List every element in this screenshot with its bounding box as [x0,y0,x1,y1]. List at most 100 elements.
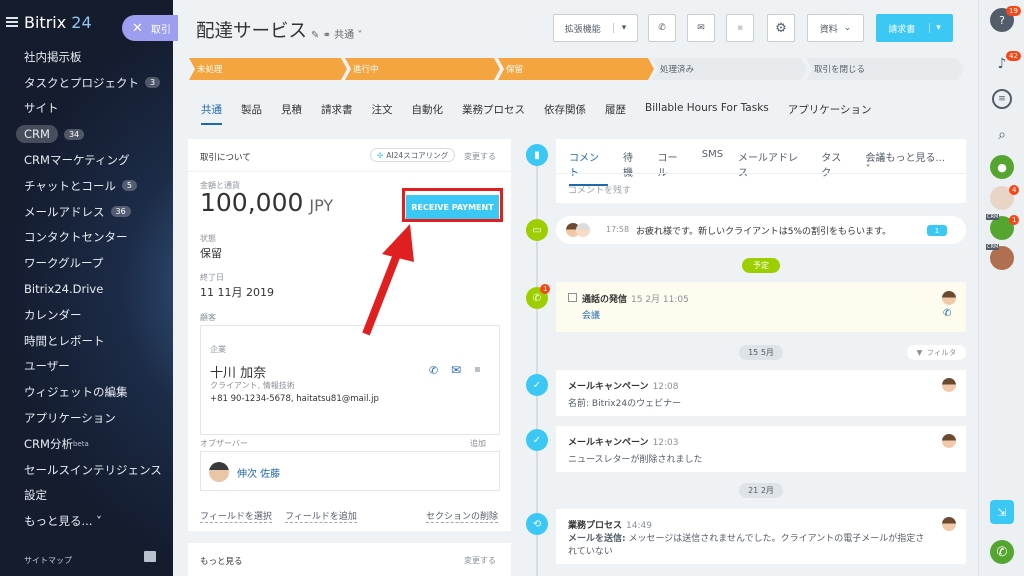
change-link[interactable]: 変更する [464,151,496,162]
sidebar-item-label: CRMマーケティング [24,153,130,168]
timeline-tab[interactable]: 会議もっと見る... ˅ [866,149,952,186]
logo[interactable]: Bitrix 24 [24,13,92,32]
deal-tab[interactable]: アプリケーション [788,102,872,125]
observer-name[interactable]: 伸次 佐藤 [237,465,280,480]
sidebar-item[interactable]: ユーザー [24,354,173,380]
sidebar-item[interactable]: CRMマーケティング [24,147,173,173]
mail-icon[interactable]: ✉ [451,363,461,377]
mail-icon[interactable]: ✉ [687,14,715,42]
deal-tab[interactable]: 請求書 [321,102,353,125]
sidebar-item-label: ユーザー [24,359,70,374]
sidebar-item-label: アプリケーション [24,411,116,426]
sidebar-item[interactable]: セールスインテリジェンス [24,457,173,483]
sidebar-item[interactable]: メールアドレス 36 [24,199,173,225]
phone-icon[interactable]: ✆ [429,364,438,377]
sidebar-item-label: メールアドレス [24,204,105,219]
more-change-link[interactable]: 変更する [464,555,496,566]
timeline-tab[interactable]: 待機 [623,149,643,186]
printer-icon[interactable] [144,551,156,562]
sidebar-item[interactable]: Bitrix24.Drive [24,276,173,302]
close-icon: ✕ [132,20,143,36]
email-entry: メールキャンペーン 12:08 名前: Bitrix24のウェビナー [556,370,966,416]
sidebar-item[interactable]: タスクとプロジェクト 3 [24,70,173,96]
call-checkbox[interactable] [568,293,577,302]
ai-scoring-badge[interactable]: ✣ AI24スコアリング [370,148,456,162]
sidebar-item[interactable]: 時間とレポート [24,328,173,354]
comment-count-badge[interactable]: 1 [927,225,947,236]
add-field-link[interactable]: フィールドを追加 [285,509,357,523]
sidebar-item-label: コンタクトセンター [24,230,128,245]
link-icon[interactable]: ⚭ [323,30,331,41]
sitemap-link[interactable]: サイトマップ [24,555,72,566]
bp-desc: メールを送信: メッセージは送信されませんでした。クライアントの電子メールが指定… [568,534,925,557]
chat-icon[interactable]: ▪ [474,364,481,375]
select-field-link[interactable]: フィールドを選択 [200,509,272,523]
sidebar-item[interactable]: 設定 [24,483,173,509]
sidebar-item-label: Bitrix24.Drive [24,282,104,297]
sidebar-item[interactable]: ワークグループ [24,250,173,276]
sidebar-item[interactable]: アプリケーション [24,405,173,431]
delete-section-link[interactable]: セクションの削除 [426,509,499,523]
contact-name[interactable]: 十川 加奈 [210,362,266,381]
extensions-button[interactable]: 拡張機能 ▾ [553,14,638,42]
add-observer-link[interactable]: 追加 [470,438,486,449]
main-area: 配達サービス ✎ ⚭ 共通 ˅ 拡張機能 ▾ ✆ ✉ ▪ ⚙ 資料 ⌄ 請求書 ▾ 未… [173,0,978,576]
phone-icon[interactable]: ✆ [990,540,1014,564]
client-box: 企業 十川 加奈 クライアント, 情報技術 +81 90-1234-5678, … [200,325,500,435]
beta-tag: beta [72,439,89,448]
sidebar-item[interactable]: ウィジェットの編集 [24,379,173,405]
messages-icon[interactable]: ≡ [992,89,1012,109]
stage-item[interactable]: 取引を閉じる [806,58,964,80]
call-subject[interactable]: 会議 [582,308,600,321]
documents-button[interactable]: 資料 ⌄ [807,14,864,42]
deal-tab[interactable]: 履歴 [605,102,626,125]
timeline-tab[interactable]: コメント [569,149,608,186]
timeline-tab[interactable]: メールアドレス [738,149,806,186]
phone-icon[interactable]: ✆ [648,14,676,42]
timeline-tab[interactable]: SMS [702,149,723,186]
deal-tab[interactable]: 見積 [281,102,302,125]
deal-tab[interactable]: 共通 [201,102,222,125]
chat-icon[interactable]: ▪ [726,14,754,42]
sidebar-item[interactable]: もっと見る... ˅ [24,508,173,534]
sidebar-item[interactable]: サイト [24,96,173,122]
timeline-tab[interactable]: タスク [821,149,850,186]
count-badge: 3 [145,77,161,89]
phone-icon[interactable]: ✆ [943,308,951,319]
deal-tab[interactable]: 注文 [372,102,393,125]
gear-icon[interactable]: ⚙ [767,14,795,42]
stage-item[interactable]: 保留 [498,58,654,80]
sidebar-item-label: チャットとコール [24,178,116,193]
comment-input[interactable]: コメントを残す [568,183,631,196]
call-title: 通話の発信 15 2月 11:05 [582,295,689,305]
bp-title: 業務プロセス 14:49 [568,521,652,531]
deal-tab[interactable]: 業務プロセス [462,102,525,125]
user-avatar[interactable]: ● [990,155,1014,179]
sidebar-item[interactable]: 社内掲示板 [24,44,173,70]
observer-box: 伸次 佐藤 [200,451,500,491]
screen-share-icon[interactable]: ⇲ [990,500,1014,524]
category-select[interactable]: 共通 ˅ [334,30,362,41]
deal-tab[interactable]: 製品 [241,102,262,125]
sidebar-item[interactable]: CRM分析 beta [24,431,173,457]
sidebar-item[interactable]: コンタクトセンター [24,225,173,251]
edit-icon[interactable]: ✎ [311,30,319,41]
stage-item[interactable]: 進行中 [345,58,500,80]
contact-role: クライアント, 情報技術 [210,381,295,390]
sidebar-item[interactable]: チャットとコール 5 [24,173,173,199]
stage-item[interactable]: 未処理 [189,58,347,80]
search-icon[interactable]: ⌕ [990,123,1014,147]
left-sidebar: Bitrix 24 社内掲示板 タスクとプロジェクト 3 サイト CRM 34 CRMマーケ… [0,0,173,576]
filter-button[interactable]: ▼ フィルタ [907,345,966,360]
stage-item[interactable]: 処理済み [652,58,807,80]
timeline-tab[interactable]: コール [657,149,686,186]
deal-close-button[interactable]: ✕ 取引 [122,15,178,41]
sidebar-item[interactable]: CRM 34 [16,121,173,147]
sidebar-item[interactable]: カレンダー [24,302,173,328]
state-value: 保留 [200,247,222,260]
deal-tab[interactable]: 自動化 [412,102,444,125]
deal-tab[interactable]: 依存関係 [544,102,586,125]
deal-tab[interactable]: Billable Hours For Tasks [645,102,769,125]
menu-icon[interactable] [6,17,18,27]
invoice-button[interactable]: 請求書 ▾ [876,14,953,42]
